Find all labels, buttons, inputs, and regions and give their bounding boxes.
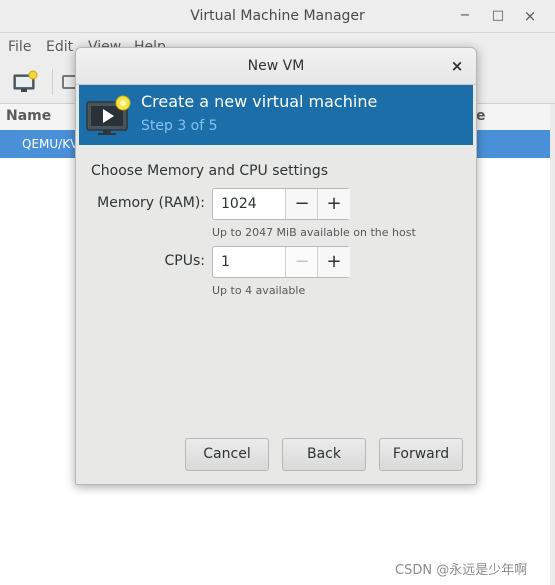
maximize-button[interactable]: □	[487, 0, 509, 32]
connection-name: QEMU/KV	[22, 137, 79, 151]
dialog-title: New VM	[247, 58, 305, 74]
close-window-button[interactable]: ×	[519, 0, 541, 32]
cpus-spinner: − +	[212, 246, 350, 278]
memory-spinner: − +	[212, 188, 350, 220]
cpus-hint: Up to 4 available	[212, 284, 306, 297]
toolbar-separator	[52, 69, 53, 95]
main-titlebar: Virtual Machine Manager − □ ×	[0, 0, 555, 33]
minimize-button[interactable]: −	[454, 0, 476, 32]
memory-input[interactable]	[213, 189, 285, 219]
dialog-titlebar: New VM ×	[76, 48, 476, 85]
cpus-decrease-button[interactable]: −	[285, 247, 318, 277]
dialog-close-button[interactable]: ×	[446, 55, 468, 77]
memory-increase-button[interactable]: +	[317, 189, 350, 219]
memory-hint: Up to 2047 MiB available on the host	[212, 226, 416, 239]
memory-label: Memory (RAM):	[97, 195, 205, 211]
cpus-input[interactable]	[213, 247, 285, 277]
banner-title: Create a new virtual machine	[141, 92, 378, 111]
menu-file[interactable]: File	[8, 39, 31, 55]
column-name[interactable]: Name	[6, 108, 51, 124]
forward-button[interactable]: Forward	[379, 438, 463, 471]
watermark: CSDN @永远是少年啊	[395, 563, 528, 578]
cpus-increase-button[interactable]: +	[317, 247, 350, 277]
back-button[interactable]: Back	[282, 438, 366, 471]
banner-step: Step 3 of 5	[141, 118, 218, 134]
new-vm-icon[interactable]	[12, 70, 40, 94]
cpus-label: CPUs:	[164, 253, 205, 269]
menu-edit[interactable]: Edit	[46, 39, 73, 55]
memory-decrease-button[interactable]: −	[285, 189, 318, 219]
section-title: Choose Memory and CPU settings	[91, 163, 329, 179]
cancel-button[interactable]: Cancel	[185, 438, 269, 471]
monitor-play-star-icon	[86, 95, 131, 135]
scrollbar[interactable]	[550, 104, 555, 585]
wizard-banner: Create a new virtual machine Step 3 of 5	[79, 85, 473, 145]
new-vm-dialog: New VM × Create a new virtual machine St…	[75, 47, 477, 485]
